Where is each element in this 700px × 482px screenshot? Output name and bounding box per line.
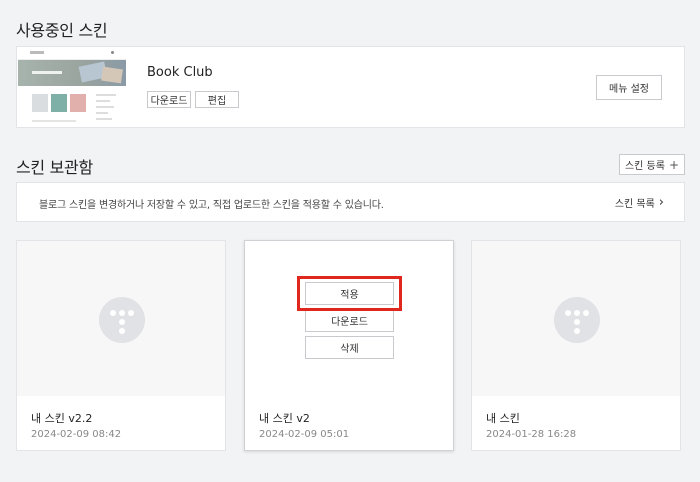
plus-icon: + <box>668 157 680 172</box>
skin-card-title: 내 스킨 v2.2 <box>31 412 93 425</box>
tistory-logo-icon <box>554 297 600 343</box>
skin-thumbnail <box>18 48 126 126</box>
current-skin-card: Book Club 다운로드 편집 메뉴 설정 <box>16 46 685 128</box>
skin-card-date: 2024-02-09 05:01 <box>259 429 350 440</box>
current-skin-name: Book Club <box>147 65 213 80</box>
info-box: 블로그 스킨을 변경하거나 저장할 수 있고, 직접 업로드한 스킨을 적용할 … <box>16 182 685 222</box>
current-skin-heading: 사용중인 스킨 <box>16 21 108 40</box>
register-skin-button[interactable]: 스킨 등록 + <box>619 154 685 175</box>
download-button[interactable]: 다운로드 <box>147 91 191 108</box>
skin-card-title: 내 스킨 v2 <box>259 412 310 425</box>
info-text: 블로그 스킨을 변경하거나 저장할 수 있고, 직접 업로드한 스킨을 적용할 … <box>39 200 384 211</box>
skin-card[interactable]: 적용 다운로드 삭제 내 스킨 v2 2024-02-09 05:01 <box>244 240 454 451</box>
skin-card-date: 2024-02-09 08:42 <box>31 429 122 440</box>
tistory-logo-icon <box>99 297 145 343</box>
skin-card[interactable]: 내 스킨 2024-01-28 16:28 <box>471 240 681 451</box>
skin-preview: 적용 다운로드 삭제 <box>245 241 453 396</box>
skin-list-link[interactable]: 스킨 목록 › <box>614 194 664 211</box>
edit-button[interactable]: 편집 <box>195 91 239 108</box>
register-skin-label: 스킨 등록 <box>624 161 665 172</box>
skin-list-label: 스킨 목록 <box>614 199 655 210</box>
download-button[interactable]: 다운로드 <box>305 309 394 332</box>
skin-card-title: 내 스킨 <box>486 412 520 425</box>
delete-button[interactable]: 삭제 <box>305 336 394 359</box>
menu-settings-button[interactable]: 메뉴 설정 <box>596 75 662 100</box>
skin-card[interactable]: 내 스킨 v2.2 2024-02-09 08:42 <box>16 240 226 451</box>
chevron-right-icon: › <box>658 194 664 210</box>
skin-preview <box>472 241 680 396</box>
highlight-box <box>297 276 402 311</box>
skin-card-date: 2024-01-28 16:28 <box>486 429 577 440</box>
skin-preview <box>17 241 225 396</box>
skin-storage-heading: 스킨 보관함 <box>16 158 93 177</box>
